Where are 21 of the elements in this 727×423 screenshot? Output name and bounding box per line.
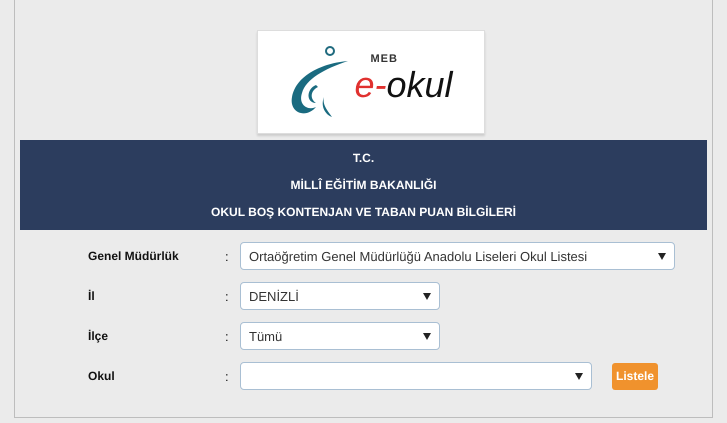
separator-text: :: [225, 248, 230, 264]
dropdown-field[interactable]: DENİZLİ: [240, 282, 440, 310]
logo-brand-text: MEB: [370, 53, 399, 65]
header-title: T.C.: [352, 150, 374, 165]
dropdown-field[interactable]: Tümü: [240, 322, 440, 350]
caret-icon: [658, 252, 666, 260]
field-label: İlçe: [88, 329, 110, 343]
caret-icon: [423, 292, 431, 300]
logo-text: e-okul: [354, 65, 453, 105]
field-label: İl: [88, 289, 96, 303]
separator-text: :: [225, 328, 230, 344]
dropdown-field[interactable]: [240, 362, 592, 390]
dropdown-field[interactable]: Ortaöğretim Genel Müdürlüğü Anadolu Liseleri Okul Listesi: [240, 242, 675, 270]
caret-icon: [423, 332, 431, 340]
separator-text: :: [225, 368, 230, 384]
field-label: Okul: [88, 369, 116, 383]
field-label: Genel Müdürlük: [88, 249, 180, 263]
header-title: MİLLÎ EĞİTİM BAKANLIĞI: [290, 178, 436, 192]
header-title: OKUL BOŞ KONTENJAN VE TABAN PUAN BİLGİLERİ: [211, 205, 516, 220]
separator-text: :: [225, 288, 230, 304]
caret-icon: [575, 372, 583, 380]
